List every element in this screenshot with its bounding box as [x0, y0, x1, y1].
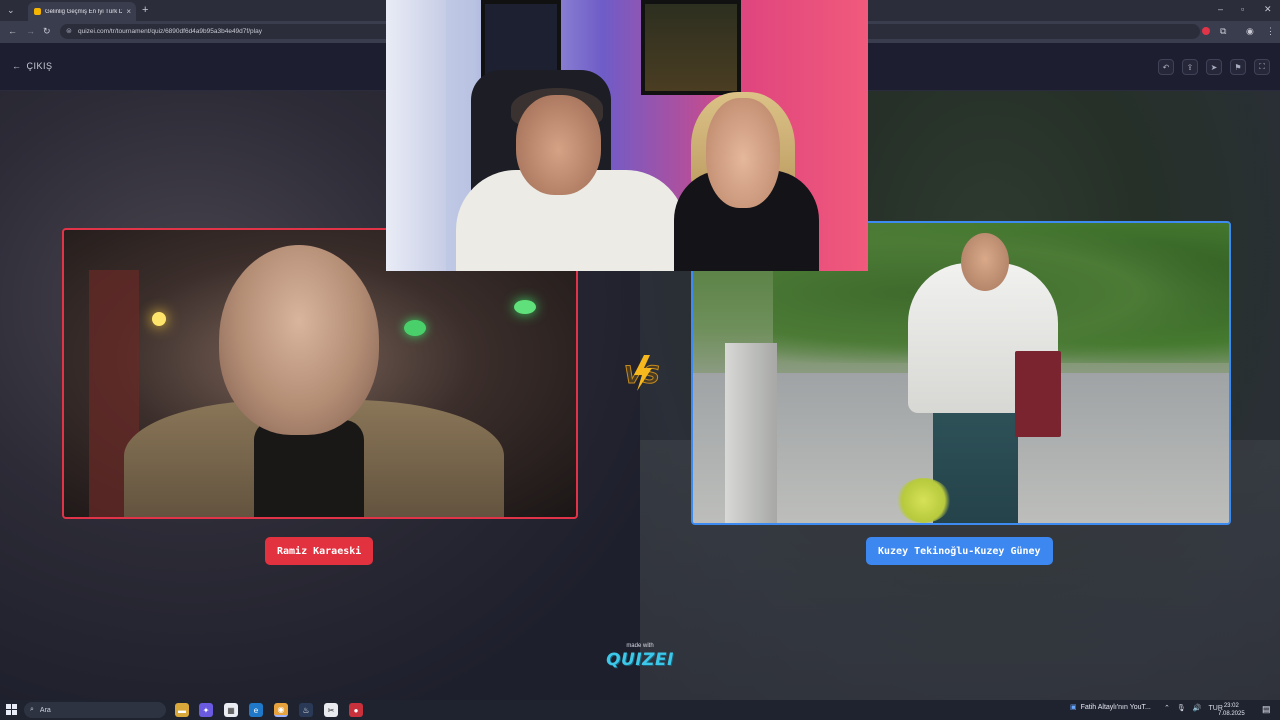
notification-text: Fatih Altaylı'nın YouT... — [1080, 703, 1151, 711]
undo-button[interactable]: ↶ — [1158, 59, 1174, 75]
edge-icon[interactable]: e — [249, 703, 263, 717]
search-label: Ara — [39, 706, 51, 714]
tab-list-icon[interactable]: ⌄ — [7, 5, 15, 16]
contestant-head — [961, 233, 1009, 291]
system-tray[interactable]: ⌃ 🎙 🔊 TUR — [1164, 704, 1223, 713]
time: 23:02 — [1223, 703, 1239, 709]
forward-icon[interactable]: → — [26, 26, 35, 36]
arrow-left-icon: ← — [12, 61, 22, 71]
flag-icon: ⚑ — [1234, 62, 1242, 72]
send-icon: ➤ — [1210, 62, 1218, 72]
taskbar-search[interactable]: ⌕ Ara — [24, 702, 166, 718]
quizei-logo: QUIZEI — [606, 650, 674, 670]
capcut-icon[interactable]: ✂ — [324, 703, 338, 717]
report-button[interactable]: ⚑ — [1230, 59, 1246, 75]
close-window-icon[interactable]: ✕ — [1264, 4, 1272, 15]
start-button[interactable] — [6, 704, 17, 715]
url-text: quizei.com/tr/tournament/quiz/6890df6d4a… — [78, 28, 262, 35]
streamer-face — [516, 95, 601, 195]
left-contestant-card[interactable] — [62, 228, 578, 519]
extension-icon[interactable] — [1202, 27, 1210, 35]
volume-icon[interactable]: 🔊 — [1193, 704, 1202, 712]
taskbar-notification[interactable]: ▣ Fatih Altaylı'nın YouT... — [1070, 703, 1151, 712]
fullscreen-icon: ⛶ — [1259, 62, 1265, 71]
chrome-icon[interactable]: ◉ — [274, 703, 288, 717]
flowers — [896, 478, 951, 523]
webcam-overlay — [386, 0, 868, 271]
streamer-face — [706, 98, 780, 208]
made-with-badge[interactable]: made with QUIZEI — [600, 643, 680, 670]
search-icon: ⌕ — [30, 706, 34, 713]
browser-tab[interactable]: Gelinlig Geçmiş En İyi Türk Dizi × — [28, 2, 136, 21]
send-button[interactable]: ➤ — [1206, 59, 1222, 75]
back-icon[interactable]: ← — [8, 26, 17, 36]
exit-label: ÇIKIŞ — [26, 61, 53, 71]
youtube-icon: ▣ — [1070, 704, 1077, 711]
bookshelf — [386, 0, 446, 271]
profile-icon[interactable]: ◉ — [1246, 26, 1254, 37]
favicon-icon — [34, 8, 41, 15]
green-light — [404, 320, 426, 336]
reload-icon[interactable]: ↻ — [43, 26, 51, 37]
post — [725, 343, 777, 523]
share-button[interactable]: ⇪ — [1182, 59, 1198, 75]
street-light — [152, 312, 166, 326]
fullscreen-button[interactable]: ⛶ — [1254, 59, 1270, 75]
clock[interactable]: 23:02 7.08.2025 — [1218, 702, 1245, 718]
close-tab-icon[interactable]: × — [126, 7, 136, 16]
store-icon[interactable]: ▦ — [224, 703, 238, 717]
painting — [641, 0, 741, 95]
share-icon: ⇪ — [1186, 62, 1194, 72]
obs-icon[interactable]: ● — [349, 703, 363, 717]
notifications-icon[interactable]: ▤ — [1262, 704, 1271, 715]
date: 7.08.2025 — [1218, 711, 1245, 717]
taskbar: ⌕ Ara ▬ ✦ ▦ e ◉ ♨ ✂ ● ▣ Fatih Altaylı'nı… — [0, 700, 1280, 720]
new-tab-icon[interactable]: + — [142, 4, 148, 16]
minimize-icon[interactable]: – — [1218, 4, 1223, 14]
file-explorer-icon[interactable]: ▬ — [175, 703, 189, 717]
chevron-up-icon[interactable]: ⌃ — [1164, 704, 1170, 712]
green-light — [514, 300, 536, 314]
extensions-puzzle-icon[interactable]: ⧉ — [1220, 26, 1226, 37]
made-with-label: made with — [626, 643, 654, 649]
undo-icon: ↶ — [1162, 62, 1170, 72]
right-contestant-name[interactable]: Kuzey Tekinoğlu-Kuzey Güney — [866, 537, 1053, 565]
vs-icon: VS — [624, 355, 660, 391]
contestant-portrait — [219, 245, 379, 435]
site-info-icon[interactable]: ⊜ — [66, 27, 72, 35]
maximize-icon[interactable]: ▫ — [1241, 4, 1244, 14]
left-contestant-name[interactable]: Ramiz Karaeski — [265, 537, 374, 565]
mic-icon[interactable]: 🎙 — [1177, 704, 1186, 712]
steam-icon[interactable]: ♨ — [299, 703, 313, 717]
copilot-icon[interactable]: ✦ — [199, 703, 213, 717]
tab-title: Gelinlig Geçmiş En İyi Türk Dizi — [45, 8, 123, 15]
gift-bag — [1015, 351, 1061, 437]
menu-dots-icon[interactable]: ⋮ — [1266, 26, 1275, 37]
exit-button[interactable]: ← ÇIKIŞ — [12, 61, 53, 71]
